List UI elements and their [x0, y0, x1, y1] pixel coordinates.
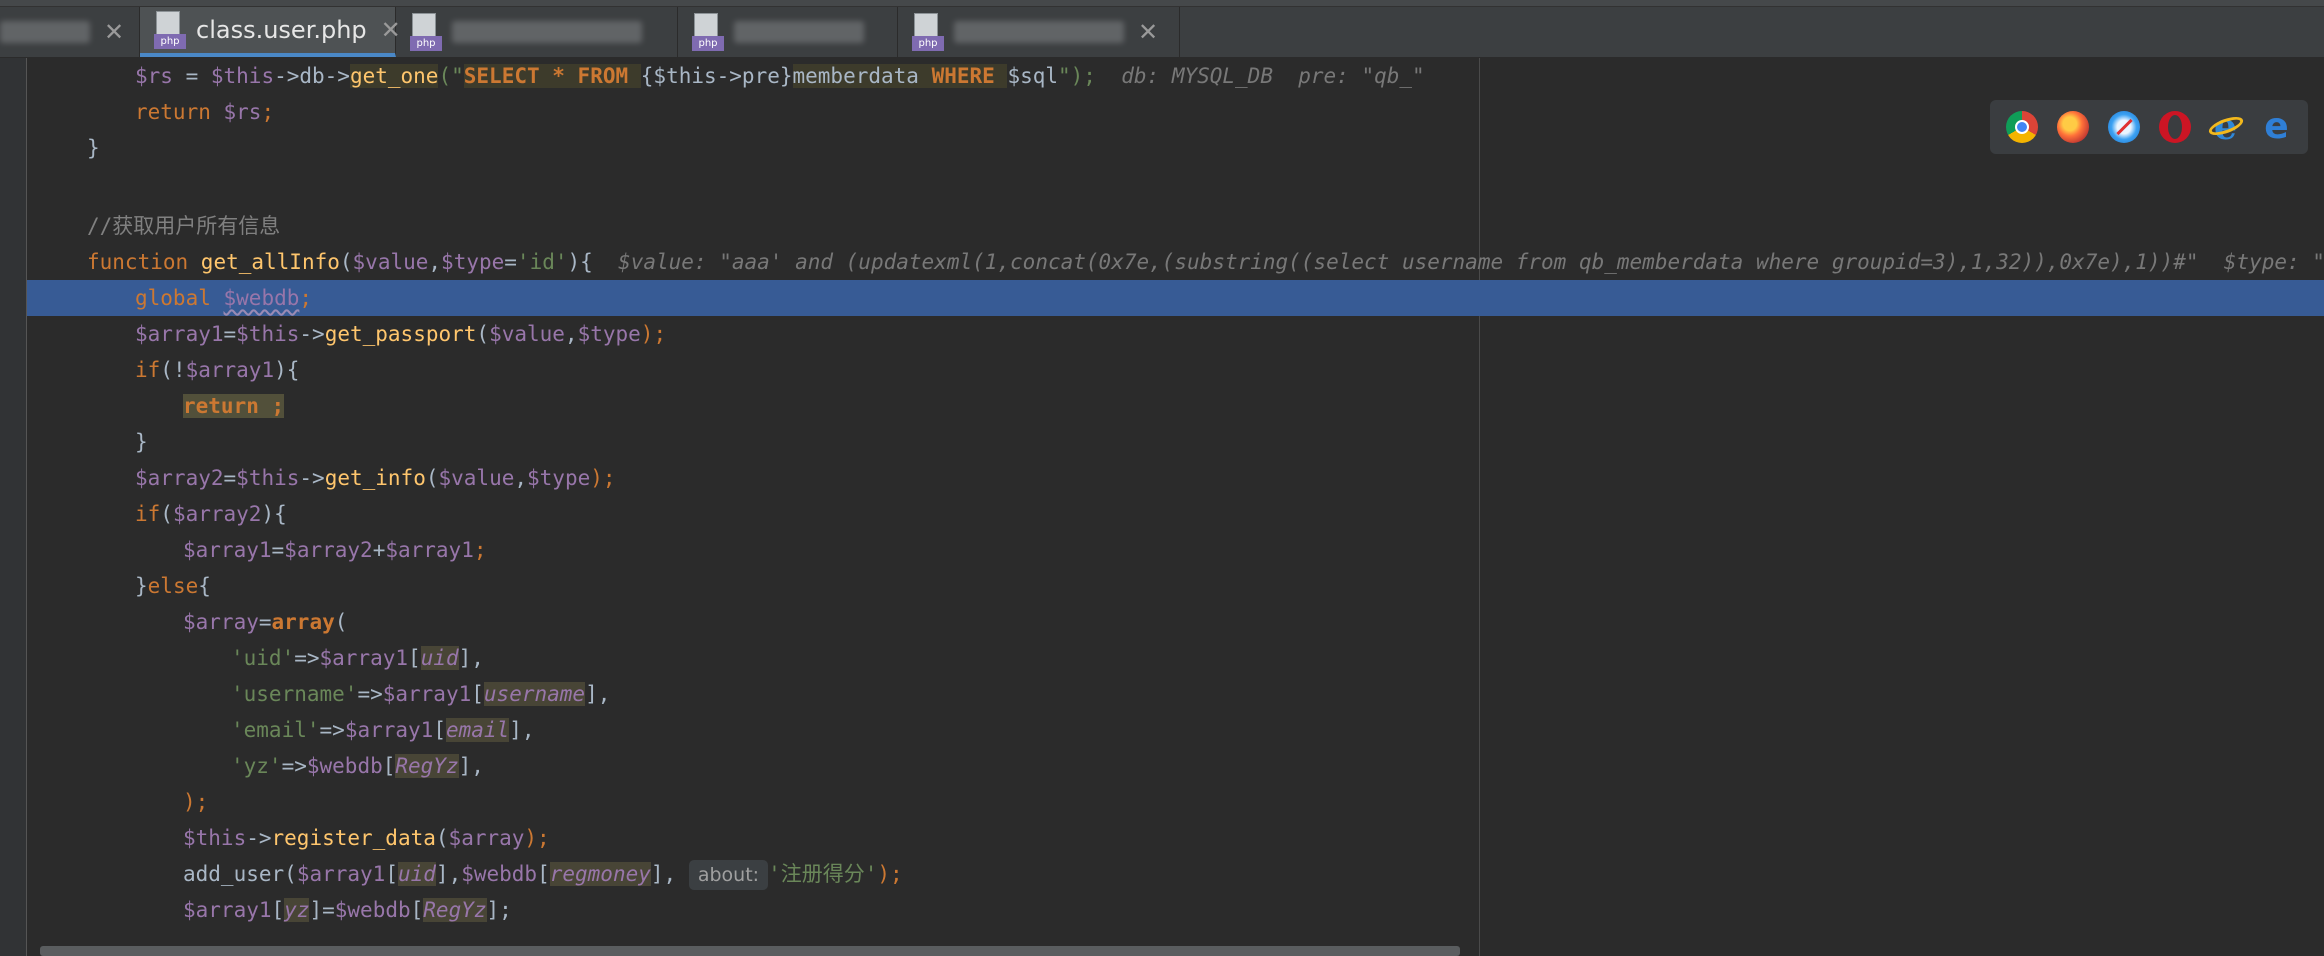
php-file-icon: php	[154, 11, 186, 49]
code-line: }	[135, 430, 148, 454]
code-line: 'yz'=>$webdb[RegYz],	[231, 754, 484, 778]
editor-tab-bar: ✕ php class.user.php ✕ php php php ✕	[0, 0, 2324, 58]
code-line: $array=array(	[183, 610, 348, 634]
current-execution-line: global $webdb;	[27, 280, 2324, 316]
code-line: );	[183, 790, 209, 814]
code-line: }else{	[135, 574, 211, 598]
code-line-comment: //获取用户所有信息	[87, 214, 281, 238]
blurred-tab-label	[0, 21, 90, 43]
blurred-tab-label	[954, 21, 1124, 43]
code-editor[interactable]: $rs = $this->db->get_one("SELECT * FROM …	[27, 58, 2324, 956]
horizontal-scrollbar[interactable]	[40, 946, 1460, 956]
opera-icon[interactable]	[2158, 111, 2191, 143]
code-line: $array1=$array2+$array1;	[183, 538, 487, 562]
close-icon[interactable]: ✕	[1138, 18, 1158, 46]
browser-preview-toolbar: e e	[1990, 100, 2308, 154]
blurred-tab-label	[734, 21, 864, 43]
code-line: 'username'=>$array1[username],	[231, 682, 611, 706]
safari-icon[interactable]	[2107, 111, 2140, 143]
tab-file-5[interactable]: php ✕	[898, 7, 1180, 57]
firefox-icon[interactable]	[2056, 111, 2089, 143]
ie-icon[interactable]: e	[2206, 109, 2245, 145]
tab-class-user-php[interactable]: php class.user.php ✕	[140, 7, 401, 57]
code-line: return $rs;	[135, 100, 275, 124]
parameter-hint: about:	[688, 860, 769, 890]
php-file-icon: php	[692, 13, 724, 51]
tab-file-1[interactable]: ✕	[0, 7, 140, 57]
tab-file-4[interactable]: php	[678, 7, 898, 57]
php-file-icon: php	[912, 13, 944, 51]
debug-inline-value: $value: "aaa' and (updatexml(1,concat(0x…	[618, 250, 2324, 274]
chrome-icon[interactable]	[2005, 111, 2038, 143]
edge-icon[interactable]: e	[2261, 109, 2293, 145]
code-line: return ;	[183, 394, 285, 418]
code-line: 'uid'=>$array1[uid],	[231, 646, 484, 670]
blurred-tab-label	[452, 21, 642, 43]
code-line: $this->register_data($array);	[183, 826, 550, 850]
code-line: }	[87, 136, 100, 160]
editor-gutter	[0, 58, 27, 956]
code-line: if(!$array1){	[135, 358, 300, 382]
php-file-icon: php	[410, 13, 442, 51]
code-line: $array1[yz]=$webdb[RegYz];	[183, 898, 512, 922]
tab-file-3[interactable]: php	[396, 7, 678, 57]
code-line: 'email'=>$array1[email],	[231, 718, 535, 742]
code-line: $rs = $this->db->get_one("SELECT * FROM …	[135, 64, 1425, 88]
code-line: $array2=$this->get_info($value,$type);	[135, 466, 616, 490]
code-line-function-signature: function get_allInfo($value,$type='id'){…	[27, 244, 2324, 280]
debug-inline-value: db: MYSQL_DB pre: "qb_"	[1121, 64, 1425, 88]
code-line: if($array2){	[135, 502, 287, 526]
close-icon[interactable]: ✕	[104, 18, 124, 46]
tab-bar-top-strip	[0, 0, 2324, 7]
code-line: $array1=$this->get_passport($value,$type…	[135, 322, 667, 346]
tab-label: class.user.php	[196, 16, 367, 44]
code-line: add_user($array1[uid],$webdb[regmoney], …	[27, 856, 2324, 892]
